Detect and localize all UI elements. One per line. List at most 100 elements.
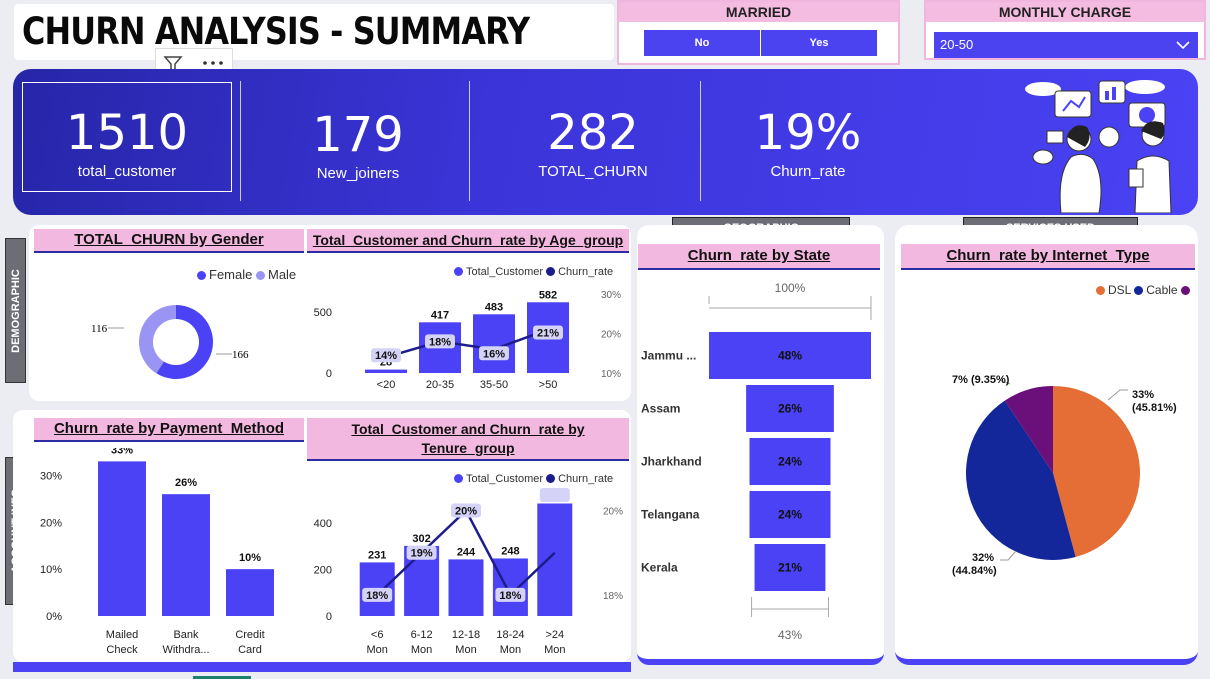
kpi-new-joiners-value: 179 <box>312 107 404 163</box>
state-value-label: 21% <box>778 561 802 575</box>
internet-chart-title: Churn_rate by Internet_Type <box>901 244 1195 270</box>
bar[interactable] <box>537 503 573 616</box>
funnel-top-label: 100% <box>775 281 806 295</box>
kpi-new-joiners-label: New_joiners <box>316 165 400 182</box>
bar-value-label: 244 <box>457 546 476 558</box>
internet-pie-chart: 33%(45.81%) 32%(44.84%) 7% (9.35%) <box>952 374 1177 577</box>
bar-value-label: 302 <box>412 533 430 545</box>
legend-male[interactable]: Male <box>255 267 296 282</box>
x-category-label: 20-35 <box>426 379 454 391</box>
y-tick-label: 10% <box>40 564 62 576</box>
x-category-label: Mon <box>366 644 387 656</box>
churn-rate-line[interactable] <box>385 328 549 359</box>
kpi-divider <box>469 81 470 201</box>
gender-label-female: 166 <box>232 349 249 361</box>
dsl-value-label: 33% <box>1132 389 1154 401</box>
x-category-label: Mon <box>544 644 565 656</box>
x-category-label: Mon <box>500 644 521 656</box>
legend-total-customer-label: Total_Customer <box>466 473 544 485</box>
rate-value-label: 21% <box>537 328 559 340</box>
x-category-label: <6 <box>371 629 384 641</box>
tenure-legend: Total_Customer Churn_rate <box>454 473 613 485</box>
y-tick-label: 30% <box>40 470 62 482</box>
internet-legend: DSL Cable <box>1096 283 1193 297</box>
dsl-percent-label: (45.81%) <box>1132 402 1177 414</box>
payment-bar[interactable] <box>98 461 146 616</box>
age-combo-chart: 050010%20%30%2841748358214%18%16%21%<20 2… <box>314 289 621 391</box>
gender-legend: Female Male <box>197 267 296 282</box>
legend-dsl-label: DSL <box>1108 283 1131 297</box>
demographic-tab-label: DEMOGRAPHIC <box>9 268 22 353</box>
x-category-label: Withdra... <box>162 644 209 656</box>
cable-value-label: 32% <box>972 552 994 564</box>
x-category-label: Bank <box>173 629 199 641</box>
age-chart-title: Total_Customer and Churn_rate by Age_gro… <box>307 229 629 253</box>
y-tick-label: 0 <box>326 611 332 623</box>
kpi-total-churn: 282 TOTAL_CHURN <box>488 105 698 180</box>
kpi-total-customer-value: 1510 <box>65 105 189 161</box>
x-category-label: >24 <box>545 629 564 641</box>
monthly-charge-dropdown[interactable]: 20-50 <box>934 32 1198 58</box>
gender-donut-chart: 116 166 <box>91 305 249 379</box>
leader-line <box>1000 550 1017 561</box>
tenure-chart-title-line1: Total_Customer and Churn_rate by <box>351 421 585 437</box>
donut-hole <box>153 319 199 365</box>
married-option-no[interactable]: No <box>644 30 760 56</box>
y2-tick-label: 18% <box>603 591 623 602</box>
payment-bar[interactable] <box>162 494 210 616</box>
bar-value-label: 10% <box>239 552 261 564</box>
x-category-label: 12-18 <box>452 629 480 641</box>
kpi-total-customer: 1510 total_customer <box>22 105 232 180</box>
tenure-combo-chart: 020040018%20%23130224424848518%19%20%18%… <box>314 488 623 656</box>
age-legend: Total_Customer Churn_rate <box>454 266 613 278</box>
bar[interactable] <box>448 559 484 616</box>
kpi-churn-rate-label: Churn_rate <box>770 163 846 180</box>
x-category-label: Card <box>238 644 262 656</box>
y-tick-label: 200 <box>314 565 332 577</box>
legend-total-customer-label: Total_Customer <box>466 266 544 278</box>
rate-value-label: 20% <box>455 506 477 518</box>
legend-churn-rate-label: Churn_rate <box>558 266 614 278</box>
monthly-charge-slicer-title: MONTHLY CHARGE <box>926 2 1204 22</box>
state-value-label: 24% <box>778 455 802 469</box>
bar-value-label: 26% <box>175 477 197 489</box>
rate-value-label: 18% <box>429 336 451 348</box>
legend-churn-rate[interactable]: Churn_rate <box>546 473 613 485</box>
bar[interactable] <box>492 558 528 616</box>
bar-value-label: 417 <box>431 309 449 321</box>
tenure-chart-title: Total_Customer and Churn_rate by Tenure_… <box>307 418 629 461</box>
legend-cable[interactable]: Cable <box>1134 283 1178 297</box>
married-option-yes[interactable]: Yes <box>761 30 877 56</box>
other-value-label: 7% (9.35%) <box>952 374 1010 386</box>
legend-total-customer[interactable]: Total_Customer <box>454 266 543 278</box>
y-tick-label: 0 <box>326 368 332 380</box>
gender-chart-title: TOTAL_CHURN by Gender <box>34 229 304 253</box>
legend-churn-rate[interactable]: Churn_rate <box>546 266 613 278</box>
payment-chart-title: Churn_rate by Payment_Method <box>34 418 304 442</box>
rate-value-label: 19% <box>411 548 433 560</box>
legend-female[interactable]: Female <box>197 267 252 282</box>
legend-dsl[interactable]: DSL <box>1096 283 1131 297</box>
funnel-bottom-label: 43% <box>778 628 802 642</box>
payment-bar-chart: 0% 10% 20% 30% 33% Mailed Check 26% Bank Withdra.… <box>40 448 274 656</box>
monthly-charge-selected: 20-50 <box>940 37 974 52</box>
rate-value-label: 18% <box>499 590 521 602</box>
tenure-chart-title-line2: Tenure_group <box>421 440 515 456</box>
kpi-new-joiners: 179 New_joiners <box>253 107 463 182</box>
x-category-label: Mon <box>455 644 476 656</box>
state-funnel-chart: 100% 48% Jammu ... 26% Assam 24% Jharkhand 24% T… <box>641 281 872 642</box>
bar[interactable] <box>365 369 407 373</box>
title-card: CHURN ANALYSIS - SUMMARY <box>14 4 614 60</box>
state-name-label: Assam <box>641 402 680 416</box>
gender-label-male: 116 <box>91 323 108 335</box>
y2-tick-label: 20% <box>603 507 623 518</box>
funnel-bottom-bracket <box>751 597 829 617</box>
legend-other[interactable] <box>1180 283 1193 297</box>
married-slicer: MARRIED No Yes <box>617 0 900 65</box>
state-name-label: Telangana <box>641 508 700 522</box>
legend-total-customer[interactable]: Total_Customer <box>454 473 543 485</box>
legend-cable-label: Cable <box>1146 283 1178 297</box>
y2-tick-label: 20% <box>601 330 621 341</box>
payment-bar[interactable] <box>226 569 274 616</box>
rate-value-label: 19% <box>544 488 566 491</box>
